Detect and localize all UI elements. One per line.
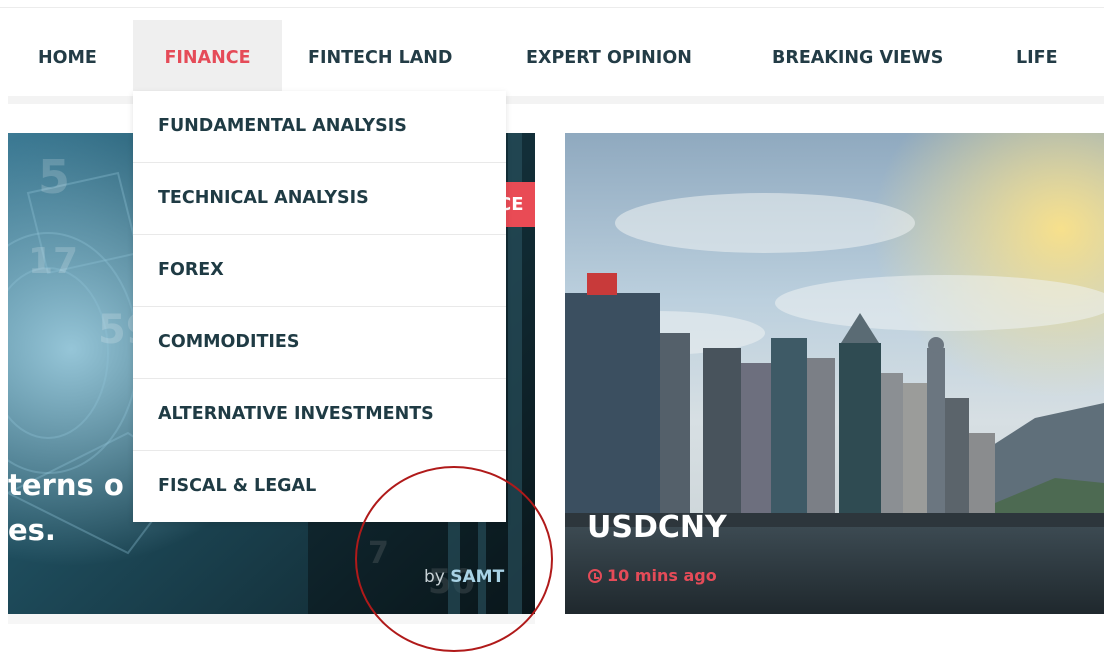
article-title-line-2[interactable]: es. <box>8 516 56 545</box>
article-timestamp: 10 mins ago <box>588 566 717 585</box>
dropdown-item-fundamental-analysis[interactable]: FUNDAMENTAL ANALYSIS <box>133 91 506 163</box>
dropdown-item-forex[interactable]: FOREX <box>133 235 506 307</box>
clock-icon <box>588 569 602 583</box>
svg-text:5: 5 <box>38 150 70 204</box>
timestamp-text: 10 mins ago <box>607 566 717 585</box>
nav-item-fintech-land[interactable]: FINTECH LAND <box>308 20 452 96</box>
article-title-usdcny[interactable]: USDCNY <box>587 513 727 543</box>
nav-item-breaking-views[interactable]: BREAKING VIEWS <box>772 20 943 96</box>
nav-item-home[interactable]: HOME <box>38 20 97 96</box>
nav-item-finance[interactable]: FINANCE <box>133 20 282 96</box>
nav-item-expert-opinion[interactable]: EXPERT OPINION <box>526 20 692 96</box>
dropdown-item-commodities[interactable]: COMMODITIES <box>133 307 506 379</box>
dropdown-item-alternative-investments[interactable]: ALTERNATIVE INVESTMENTS <box>133 379 506 451</box>
finance-dropdown-menu: FUNDAMENTAL ANALYSIS TECHNICAL ANALYSIS … <box>133 91 506 522</box>
dropdown-item-technical-analysis[interactable]: TECHNICAL ANALYSIS <box>133 163 506 235</box>
top-divider <box>0 7 1104 8</box>
article-title-line-1[interactable]: terns o <box>8 471 124 500</box>
nav-item-life[interactable]: LIFE <box>1016 20 1058 96</box>
main-nav: HOME FINANCE FINTECH LAND EXPERT OPINION… <box>0 20 1104 96</box>
annotation-circle <box>355 466 553 652</box>
svg-text:17: 17 <box>28 241 78 282</box>
